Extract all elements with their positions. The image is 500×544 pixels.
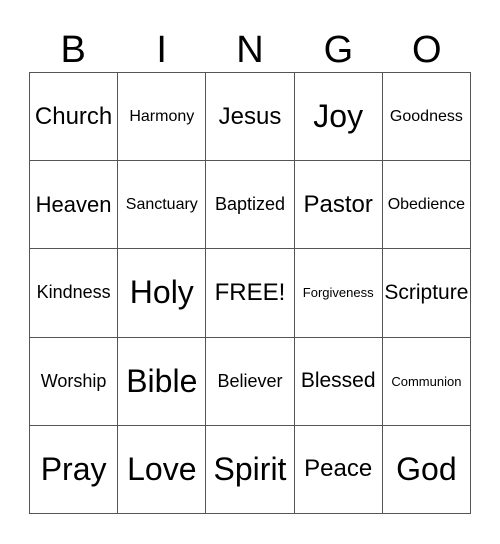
header-letter-n: N [236, 29, 264, 71]
bingo-cell[interactable]: Blessed [294, 337, 383, 426]
bingo-cell[interactable]: Scripture [382, 249, 471, 338]
bingo-cell[interactable]: Goodness [382, 73, 471, 162]
bingo-cell[interactable]: Jesus [206, 73, 295, 162]
bingo-cell[interactable]: Obedience [382, 161, 471, 250]
bingo-cell[interactable]: Church [30, 73, 119, 162]
bingo-header: B I N G O [29, 28, 471, 72]
bingo-card-grid: Church Harmony Jesus Joy Goodness Heaven… [29, 72, 471, 514]
free-space[interactable]: FREE! [206, 249, 295, 338]
header-letter-g: G [323, 29, 354, 71]
bingo-cell[interactable]: Pastor [294, 161, 383, 250]
bingo-cell[interactable]: Love [118, 425, 207, 514]
bingo-cell[interactable]: Kindness [30, 249, 119, 338]
bingo-cell[interactable]: Pray [30, 425, 119, 514]
bingo-cell[interactable]: Sanctuary [118, 161, 207, 250]
header-letter-b: B [60, 29, 86, 71]
bingo-cell[interactable]: Baptized [206, 161, 295, 250]
header-letter-o: O [412, 29, 442, 71]
header-letter-i: I [156, 29, 167, 71]
bingo-cell[interactable]: Joy [294, 73, 383, 162]
bingo-cell[interactable]: Heaven [30, 161, 119, 250]
bingo-cell[interactable]: Worship [30, 337, 119, 426]
bingo-cell[interactable]: Forgiveness [294, 249, 383, 338]
bingo-cell[interactable]: Believer [206, 337, 295, 426]
bingo-cell[interactable]: God [382, 425, 471, 514]
bingo-cell[interactable]: Peace [294, 425, 383, 514]
bingo-cell[interactable]: Bible [118, 337, 207, 426]
bingo-cell[interactable]: Holy [118, 249, 207, 338]
bingo-cell[interactable]: Communion [382, 337, 471, 426]
bingo-cell[interactable]: Spirit [206, 425, 295, 514]
bingo-cell[interactable]: Harmony [118, 73, 207, 162]
